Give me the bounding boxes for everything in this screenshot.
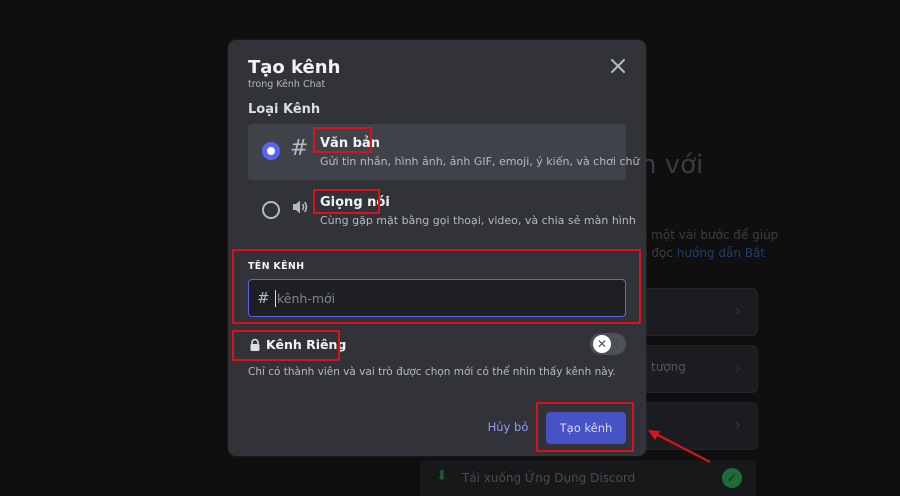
chevron-right-icon: ›: [734, 415, 741, 434]
download-icon: ⬇: [436, 468, 448, 484]
hash-icon: #: [257, 289, 270, 307]
hash-icon: #: [290, 136, 309, 161]
background-text: a một vài bước để giúp n đọc hướng dẫn B…: [640, 228, 779, 260]
option-description: Gửi tin nhắn, hình ảnh, ảnh GIF, emoji, …: [320, 155, 640, 168]
channel-type-text-option[interactable]: # Văn bản Gửi tin nhắn, hình ảnh, ảnh GI…: [248, 124, 639, 180]
check-icon: ✓: [722, 468, 742, 488]
channel-type-label: Loại Kênh: [248, 102, 321, 117]
option-title: Văn bản: [320, 136, 380, 151]
radio-selected-icon[interactable]: [262, 142, 280, 160]
option-description: Cùng gặp mặt bằng gọi thoại, video, và c…: [320, 214, 636, 227]
channel-name-field[interactable]: #: [248, 279, 626, 317]
create-channel-button[interactable]: Tạo kênh: [546, 412, 626, 444]
modal-subtitle: trong Kênh Chat: [248, 79, 326, 90]
chevron-right-icon: ›: [734, 358, 741, 377]
chevron-right-icon: ›: [734, 301, 741, 320]
close-icon: [611, 59, 625, 73]
private-channel-label: Kênh Riêng: [266, 337, 347, 352]
channel-name-label: TÊN KÊNH: [248, 261, 305, 272]
modal-title: Tạo kênh: [248, 57, 341, 78]
channel-type-voice-option[interactable]: Giọng nói Cùng gặp mặt bằng gọi thoại, v…: [248, 183, 636, 239]
option-title: Giọng nói: [320, 195, 390, 210]
background-guide-link: hướng dẫn Bắt: [676, 246, 766, 260]
private-channel-toggle[interactable]: ✕: [590, 333, 626, 355]
x-icon: ✕: [593, 335, 611, 353]
background-heading: n với: [640, 150, 704, 180]
radio-unselected-icon[interactable]: [262, 201, 280, 219]
speaker-icon: [290, 197, 310, 222]
annotation-arrow-icon: [648, 430, 711, 463]
create-channel-modal: Tạo kênh trong Kênh Chat Loại Kênh # Văn…: [228, 40, 646, 456]
private-channel-description: Chỉ có thành viên và vai trò được chọn m…: [248, 366, 616, 378]
lock-icon: [248, 337, 262, 351]
close-button[interactable]: [608, 56, 628, 76]
channel-name-input[interactable]: [273, 280, 617, 316]
cancel-button[interactable]: Hủy bỏ: [478, 412, 538, 442]
